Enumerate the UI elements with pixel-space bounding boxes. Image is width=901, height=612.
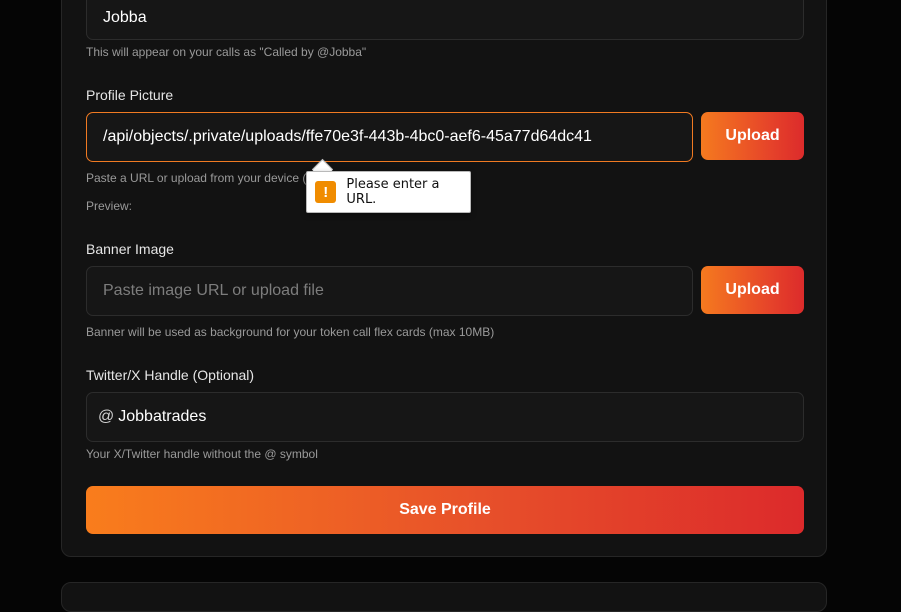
twitter-label: Twitter/X Handle (Optional) (86, 367, 255, 383)
validation-tooltip: ! Please enter a URL. (306, 171, 471, 213)
profile-picture-value: /api/objects/.private/uploads/ffe70e3f-4… (103, 128, 592, 145)
profile-picture-upload-button[interactable]: Upload (701, 112, 804, 160)
twitter-handle-input[interactable]: @ Jobbatrades (86, 392, 804, 442)
banner-image-input[interactable]: Paste image URL or upload file (86, 266, 693, 316)
banner-image-upload-button[interactable]: Upload (701, 266, 804, 314)
warning-icon: ! (315, 181, 337, 203)
banner-image-label: Banner Image (86, 241, 174, 257)
next-card (61, 582, 827, 612)
at-prefix: @ (98, 408, 115, 425)
twitter-help: Your X/Twitter handle without the @ symb… (86, 447, 318, 461)
banner-image-help: Banner will be used as background for yo… (86, 325, 495, 339)
profile-picture-label: Profile Picture (86, 87, 174, 103)
profile-picture-help: Paste a URL or upload from your device ( (86, 171, 307, 185)
display-name-input[interactable]: Jobba (86, 0, 804, 40)
validation-message: Please enter a URL. (346, 177, 440, 207)
display-name-help: This will appear on your calls as "Calle… (86, 45, 367, 59)
twitter-handle-value: Jobbatrades (118, 408, 207, 425)
preview-label: Preview: (86, 199, 133, 213)
profile-picture-input[interactable]: /api/objects/.private/uploads/ffe70e3f-4… (86, 112, 693, 162)
banner-image-placeholder: Paste image URL or upload file (103, 282, 324, 299)
display-name-value: Jobba (103, 9, 147, 26)
save-profile-button[interactable]: Save Profile (86, 486, 804, 534)
